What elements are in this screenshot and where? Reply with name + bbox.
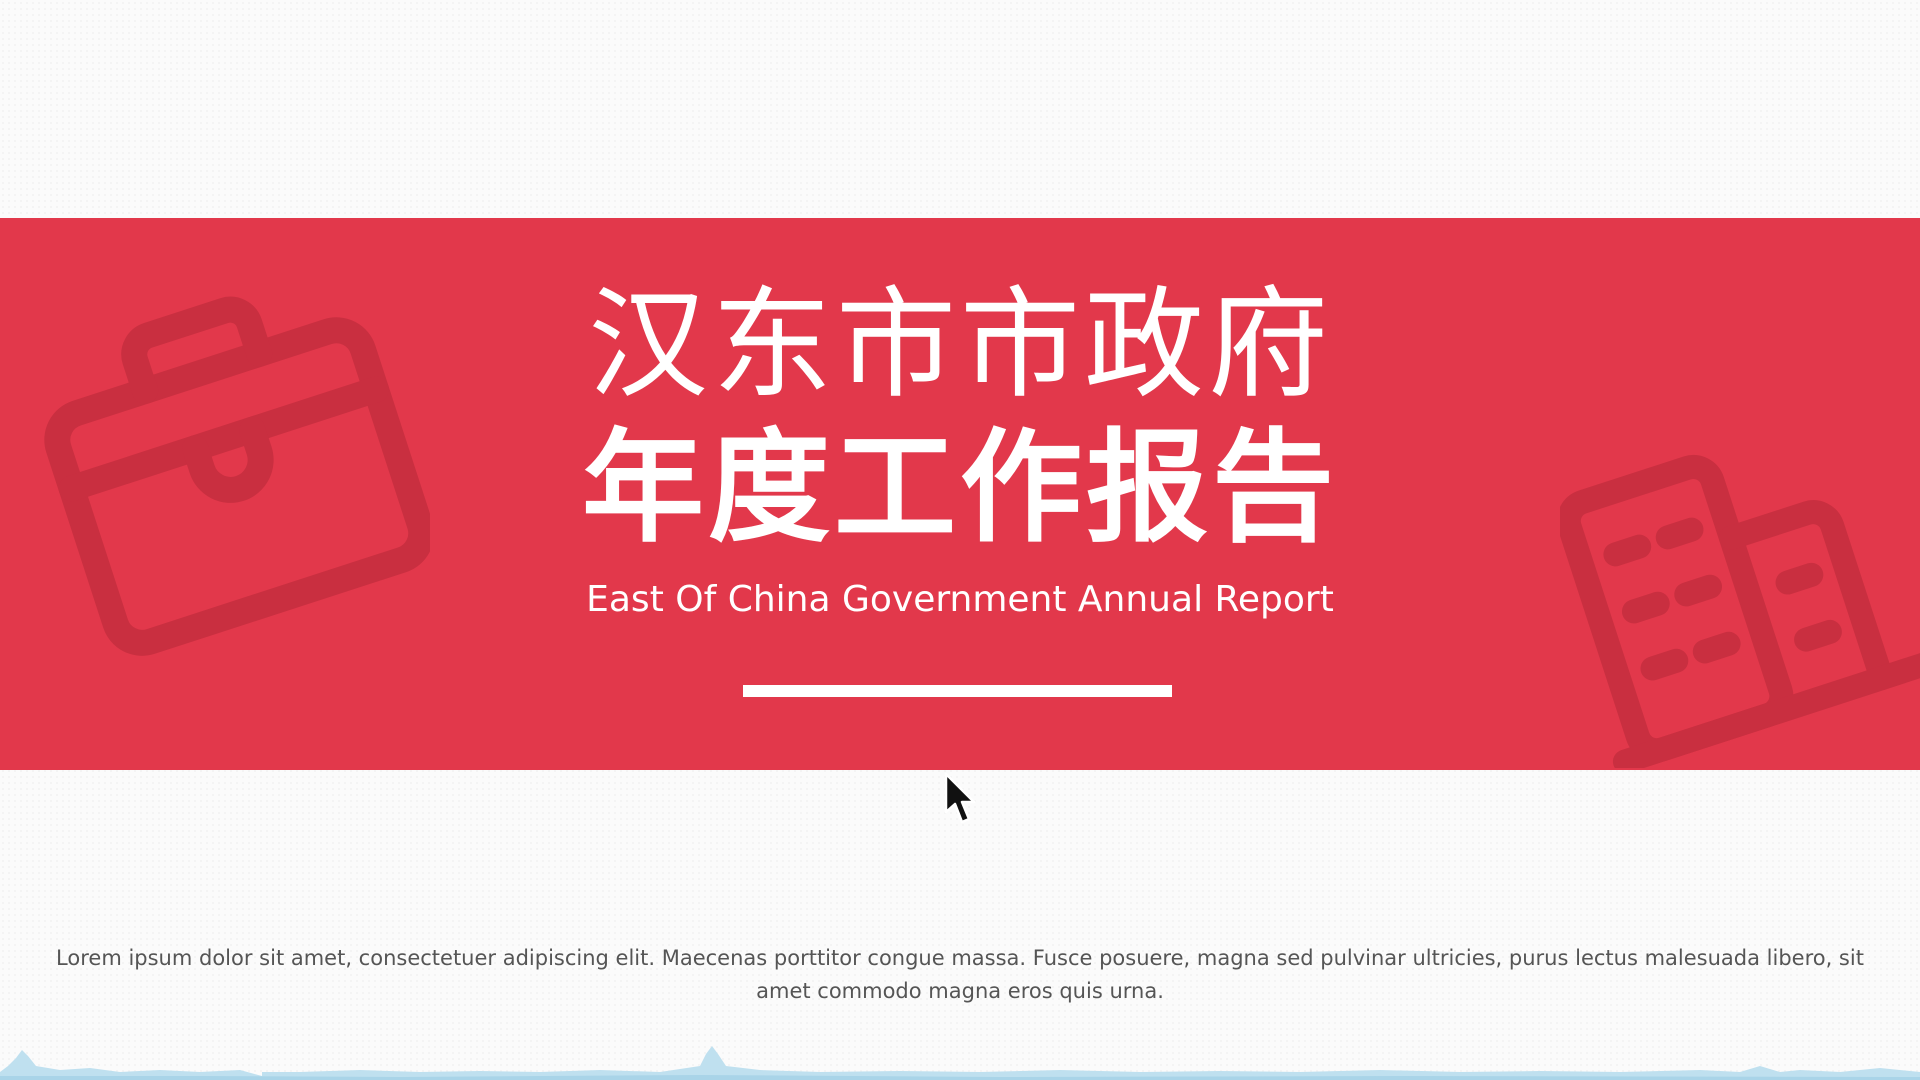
title-annual-report: 年度工作报告 [582, 417, 1338, 559]
audio-waveform [0, 1046, 1920, 1080]
body-paragraph: Lorem ipsum dolor sit amet, consectetuer… [56, 946, 1864, 1003]
subtitle-english: East Of China Government Annual Report [586, 579, 1334, 620]
slide: 汉东市市政府 年度工作报告 East Of China Government A… [0, 0, 1920, 1080]
cursor-icon [944, 772, 976, 824]
title-banner: 汉东市市政府 年度工作报告 East Of China Government A… [0, 218, 1920, 770]
title-divider [743, 685, 1172, 697]
title-city-government: 汉东市市政府 [588, 276, 1332, 415]
